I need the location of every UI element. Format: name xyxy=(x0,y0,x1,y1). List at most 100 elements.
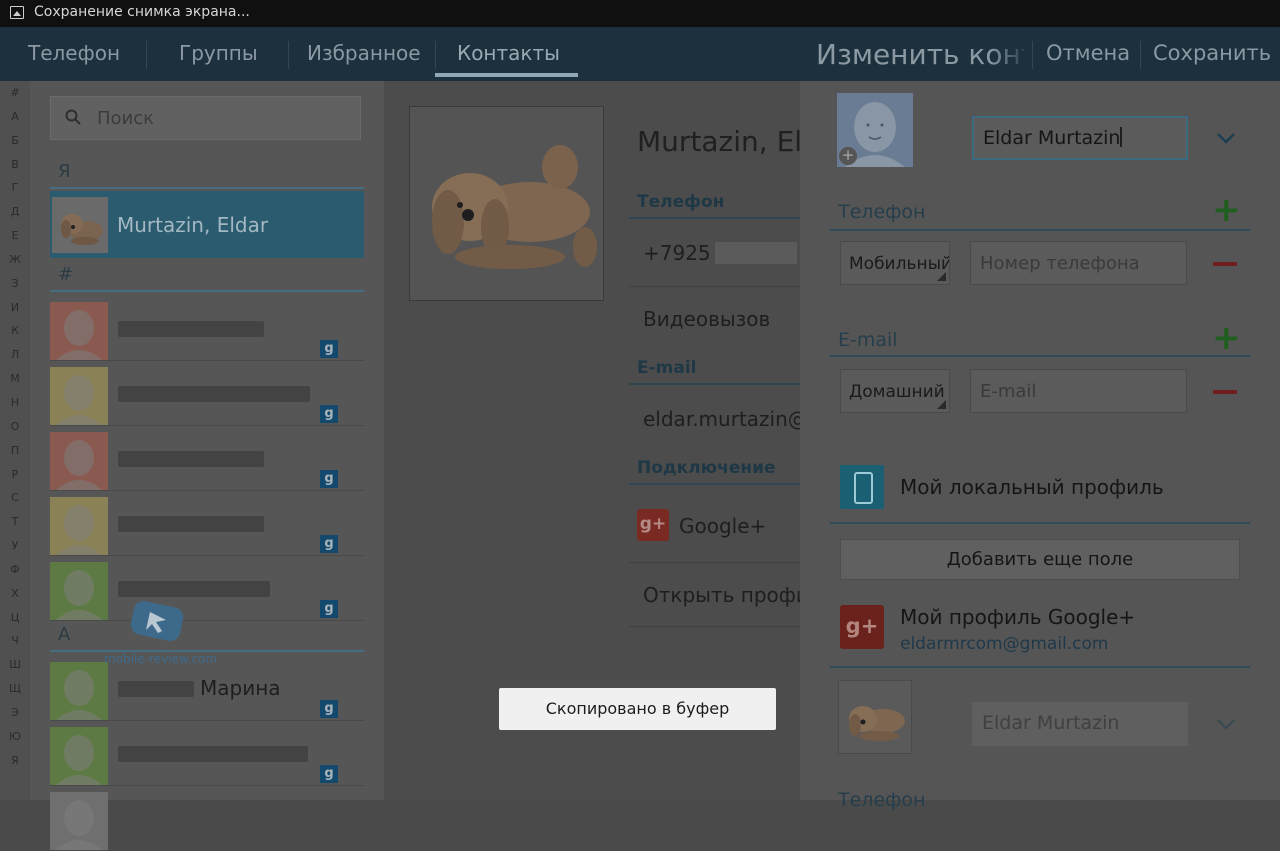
add-field-button[interactable]: Добавить еще поле xyxy=(840,539,1240,580)
contact-row[interactable]: g xyxy=(50,721,364,786)
alphabet-letter[interactable]: Б xyxy=(0,129,30,153)
googleplus-account-email: eldarmrcom@gmail.com xyxy=(900,634,1109,654)
alphabet-letter[interactable]: Л xyxy=(0,343,30,367)
alphabet-letter[interactable]: А xyxy=(0,105,30,129)
alphabet-letter[interactable]: Ф xyxy=(0,558,30,582)
save-button[interactable]: Сохранить xyxy=(1153,41,1271,65)
alphabet-letter[interactable]: Щ xyxy=(0,677,30,701)
google-account-icon: g xyxy=(320,700,338,718)
section-divider xyxy=(830,522,1250,524)
alphabet-index[interactable]: # А Б В Г Д Е Ж З И К Л М Н О П Р С Т У Ф Х Ц Ч Ш Щ Э Ю Я xyxy=(0,81,30,800)
alphabet-letter[interactable]: Н xyxy=(0,391,30,415)
add-phone-button[interactable]: + xyxy=(1212,193,1241,227)
status-text: Сохранение снимка экрана... xyxy=(34,4,250,20)
cancel-button[interactable]: Отмена xyxy=(1046,41,1130,65)
alphabet-letter[interactable]: # xyxy=(0,81,30,105)
alphabet-letter[interactable]: Т xyxy=(0,510,30,534)
section-divider xyxy=(629,483,800,485)
default-avatar-icon xyxy=(50,367,108,425)
alphabet-letter[interactable]: С xyxy=(0,486,30,510)
alphabet-letter[interactable]: Е xyxy=(0,224,30,248)
email-type-selector[interactable]: Домашний xyxy=(840,369,950,413)
alphabet-letter[interactable]: Ц xyxy=(0,606,30,630)
alphabet-letter[interactable]: Ч xyxy=(0,629,30,653)
googleplus-icon: g+ xyxy=(840,605,884,649)
google-account-icon: g xyxy=(320,535,338,553)
remove-phone-button[interactable] xyxy=(1213,262,1237,266)
alphabet-letter[interactable]: Я xyxy=(0,749,30,773)
contact-photo[interactable] xyxy=(409,106,604,301)
add-photo-icon: + xyxy=(839,147,857,165)
alphabet-letter[interactable]: Р xyxy=(0,463,30,487)
section-header-hash: # xyxy=(50,264,364,292)
contact-name-heading: Murtazin, Eld xyxy=(637,125,820,158)
open-profile-item[interactable]: Открыть профи xyxy=(643,583,809,607)
alphabet-letter[interactable]: М xyxy=(0,367,30,391)
edit-contact-panel: + Eldar Murtazin Телефон + Мобильный Ном… xyxy=(800,81,1280,811)
googleplus-item[interactable]: Google+ xyxy=(679,514,766,538)
phone-number[interactable]: +7925 xyxy=(643,241,797,265)
video-call-item[interactable]: Видеовызов xyxy=(643,307,770,331)
phone-type-selector[interactable]: Мобильный xyxy=(840,241,950,285)
alphabet-letter[interactable]: В xyxy=(0,153,30,177)
contact-avatar xyxy=(50,497,108,555)
googleplus-avatar[interactable] xyxy=(838,680,912,754)
contact-row[interactable]: g xyxy=(50,296,364,361)
alphabet-letter[interactable]: Г xyxy=(0,176,30,200)
google-account-icon: g xyxy=(320,470,338,488)
contact-avatar xyxy=(52,197,108,253)
chevron-down-icon[interactable] xyxy=(1216,131,1236,145)
contact-name: Murtazin, Eldar xyxy=(117,213,269,237)
tab-favorites[interactable]: Избранное xyxy=(307,41,421,65)
search-input[interactable]: Поиск xyxy=(50,96,361,140)
alphabet-letter[interactable]: П xyxy=(0,439,30,463)
search-icon xyxy=(65,109,81,125)
contact-avatar xyxy=(50,662,108,720)
redacted-name xyxy=(118,321,264,337)
chevron-down-icon xyxy=(1217,719,1235,730)
name-input[interactable]: Eldar Murtazin xyxy=(972,116,1188,160)
alphabet-letter[interactable]: Ж xyxy=(0,248,30,272)
contact-row[interactable]: g xyxy=(50,491,364,556)
alphabet-letter[interactable]: У xyxy=(0,534,30,558)
edit-avatar[interactable]: + xyxy=(837,93,913,167)
contact-row[interactable] xyxy=(50,786,364,851)
email-field[interactable]: E-mail xyxy=(970,369,1187,413)
default-avatar-icon xyxy=(50,562,108,620)
tab-groups[interactable]: Группы xyxy=(179,41,258,65)
contact-avatar xyxy=(50,562,108,620)
alphabet-letter[interactable]: Э xyxy=(0,701,30,725)
default-avatar-icon xyxy=(50,727,108,785)
section-divider xyxy=(629,217,800,219)
screenshot-icon xyxy=(10,6,24,19)
add-email-button[interactable]: + xyxy=(1212,321,1241,355)
alphabet-letter[interactable]: З xyxy=(0,272,30,296)
phone-value: +7925 xyxy=(643,241,711,265)
phone-number-field[interactable]: Номер телефона xyxy=(970,241,1187,285)
google-account-icon: g xyxy=(320,405,338,423)
email-section-label: E-mail xyxy=(637,358,697,378)
remove-email-button[interactable] xyxy=(1213,390,1237,394)
phone-section-label: Телефон xyxy=(838,201,926,223)
email-section-label: E-mail xyxy=(838,329,898,351)
alphabet-letter[interactable]: Д xyxy=(0,200,30,224)
contact-row[interactable]: g xyxy=(50,361,364,426)
alphabet-letter[interactable]: К xyxy=(0,319,30,343)
local-profile-label: Мой локальный профиль xyxy=(900,475,1164,499)
alphabet-letter[interactable]: Х xyxy=(0,582,30,606)
alphabet-letter[interactable]: О xyxy=(0,415,30,439)
alphabet-letter[interactable]: Ю xyxy=(0,725,30,749)
contact-avatar xyxy=(50,367,108,425)
alphabet-letter[interactable]: И xyxy=(0,296,30,320)
phone-section-label: Телефон xyxy=(637,192,725,212)
contact-row-selected[interactable]: Murtazin, Eldar xyxy=(50,191,364,258)
default-avatar-icon xyxy=(50,302,108,360)
tab-divider xyxy=(288,41,289,69)
alphabet-letter[interactable]: Ш xyxy=(0,653,30,677)
email-value[interactable]: eldar.murtazin@ xyxy=(643,407,808,431)
search-placeholder: Поиск xyxy=(97,108,155,129)
contact-row[interactable]: g xyxy=(50,426,364,491)
tab-contacts[interactable]: Контакты xyxy=(457,41,560,65)
redacted-name xyxy=(118,681,194,697)
tab-phone[interactable]: Телефон xyxy=(28,41,120,65)
